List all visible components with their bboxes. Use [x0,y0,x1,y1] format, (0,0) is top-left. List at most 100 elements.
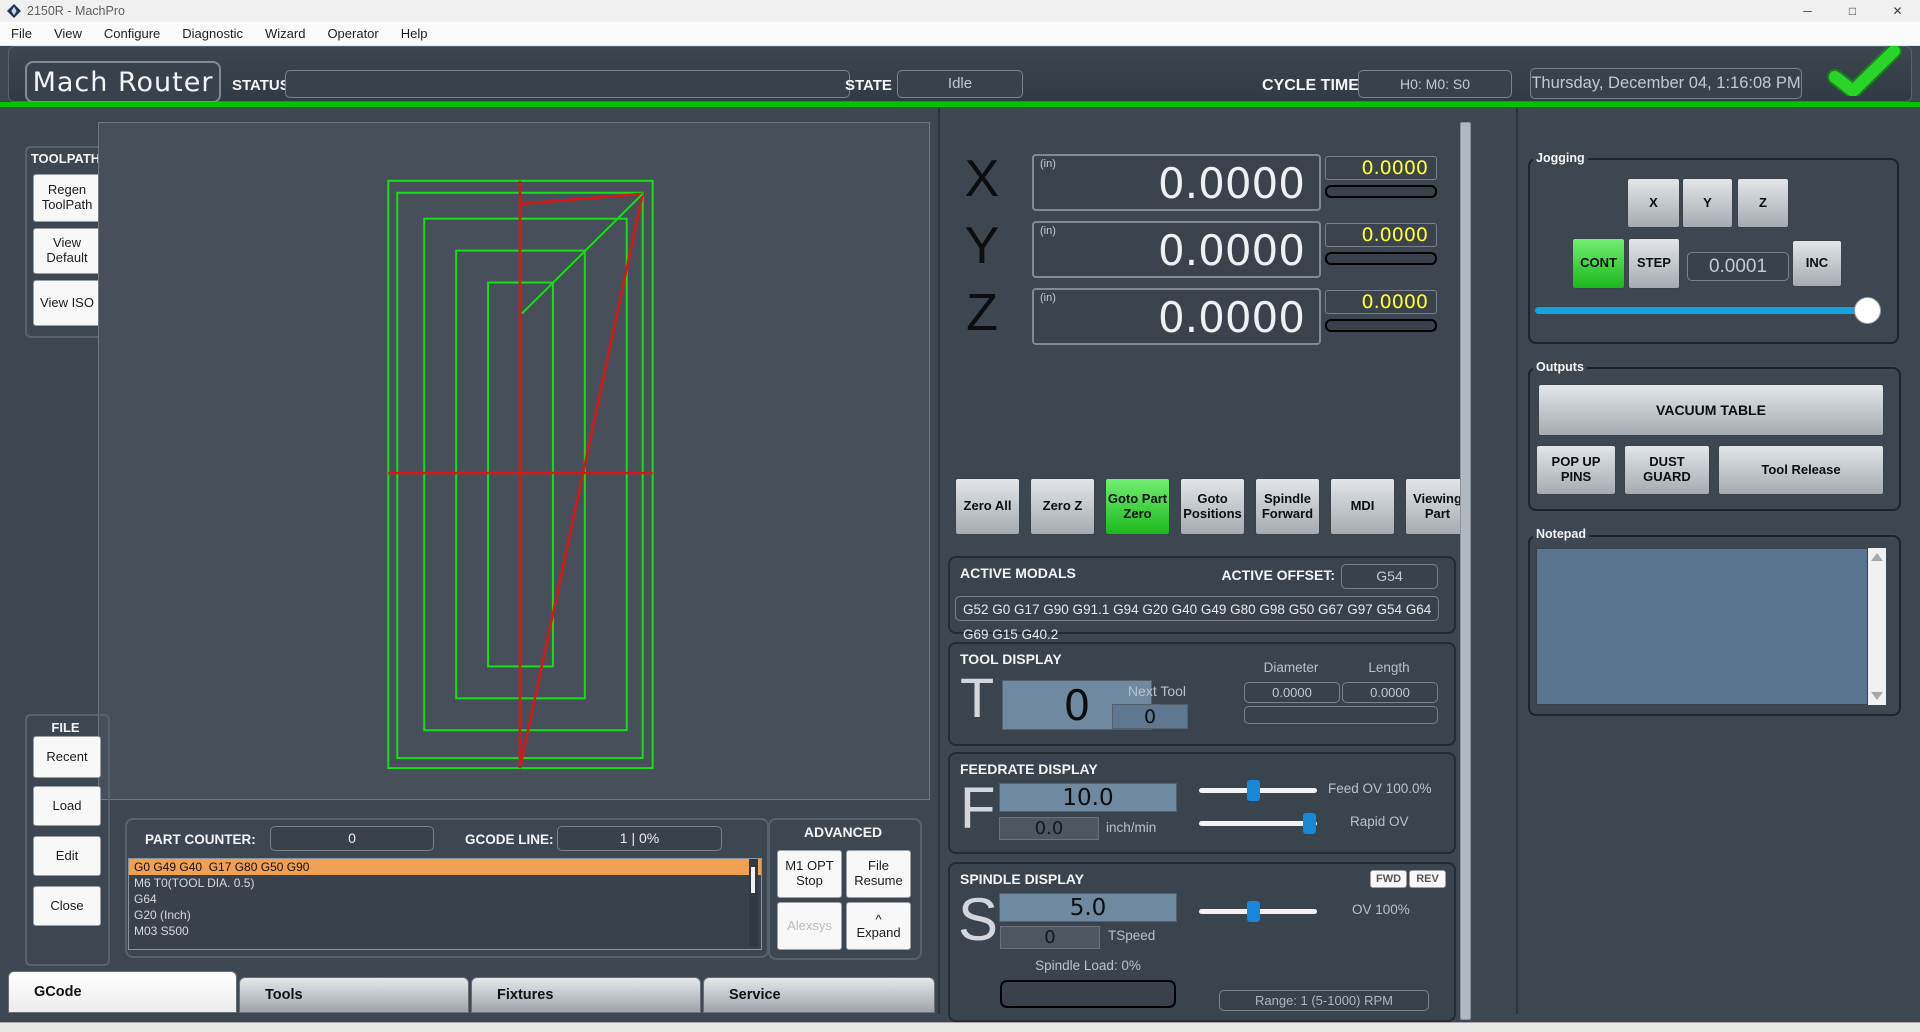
dust-guard-button[interactable]: DUST GUARD [1624,445,1710,495]
gcode-line[interactable]: M03 S500 [129,923,761,939]
tab-fixtures[interactable]: Fixtures [471,977,701,1013]
file-close-button[interactable]: Close [33,886,101,926]
dro-x-dtg: 0.0000 [1325,156,1437,180]
menu-help[interactable]: Help [390,26,439,41]
feedrate-units-label: inch/min [1106,820,1156,835]
scroll-up-icon[interactable] [1871,553,1883,561]
notepad-scrollbar[interactable] [1868,548,1886,705]
tool-release-button[interactable]: Tool Release [1718,445,1884,495]
menu-operator[interactable]: Operator [316,26,389,41]
gcode-line[interactable]: G20 (Inch) [129,907,761,923]
popup-pins-button[interactable]: POP UP PINS [1536,445,1616,495]
m1-opt-stop-button[interactable]: M1 OPT Stop [777,850,842,898]
file-edit-button[interactable]: Edit [33,836,101,876]
jog-speed-slider-handle[interactable] [1854,297,1881,324]
rapid-ov-slider[interactable] [1199,821,1317,826]
goto-positions-button[interactable]: Goto Positions [1180,478,1245,535]
cycle-time-field: H0: M0: S0 [1358,70,1512,98]
zero-z-button[interactable]: Zero Z [1030,478,1095,535]
tab-gcode[interactable]: GCode [8,971,237,1013]
toolpath-viewport[interactable] [98,122,930,800]
gcode-line[interactable]: G0 G49 G40 G17 G80 G50 G90 [129,859,761,875]
gcode-list-scrollbar[interactable] [749,859,758,947]
gcode-line-field: 1 | 0% [557,826,722,851]
scroll-down-icon[interactable] [1871,692,1883,700]
feedrate-display-panel: FEEDRATE DISPLAY F 10.0 0.0 inch/min Fee… [948,752,1456,854]
dro-z[interactable]: (in) 0.0000 [1032,288,1321,345]
menu-view[interactable]: View [43,26,93,41]
tab-service[interactable]: Service [703,977,935,1013]
jog-x-button[interactable]: X [1627,178,1680,228]
menu-diagnostic[interactable]: Diagnostic [171,26,254,41]
jog-z-button[interactable]: Z [1737,178,1789,228]
menu-file[interactable]: File [0,26,43,41]
dro-z-dtg: 0.0000 [1325,290,1437,314]
tool-diameter-field[interactable]: 0.0000 [1244,682,1340,703]
axis-y-letter: Y [952,219,1012,273]
feed-ov-label: Feed OV 100.0% [1328,781,1432,796]
mdi-button[interactable]: MDI [1330,478,1395,535]
zero-all-button[interactable]: Zero All [955,478,1020,535]
spindle-ov-slider[interactable] [1199,909,1317,914]
tool-length-field[interactable]: 0.0000 [1342,682,1438,703]
jog-cont-button[interactable]: CONT [1572,238,1625,289]
feed-ov-slider[interactable] [1199,788,1317,793]
next-tool-label: Next Tool [1112,683,1202,699]
maximize-icon[interactable]: □ [1830,0,1875,22]
dro-y[interactable]: (in) 0.0000 [1032,221,1321,278]
dro-y-unit: (in) [1040,225,1056,237]
cycle-time-label: CYCLE TIME [1262,72,1359,99]
middle-scrollbar[interactable] [1460,122,1471,1020]
rapid-ov-slider-handle[interactable] [1303,813,1316,834]
jog-inc-button[interactable]: INC [1792,240,1842,287]
dro-x[interactable]: (in) 0.0000 [1032,154,1321,211]
jog-speed-slider[interactable] [1535,307,1881,314]
part-counter-field: 0 [270,826,434,851]
gcode-line[interactable]: G64 [129,891,761,907]
feedrate-commanded-field: 10.0 [999,783,1177,812]
spindle-forward-button[interactable]: Spindle Forward [1255,478,1320,535]
status-ok-check-icon [1826,46,1902,96]
feedrate-letter: F [960,780,995,838]
tool-diameter-label: Diameter [1244,660,1338,675]
minimize-icon[interactable]: ─ [1785,0,1830,22]
jog-step-button[interactable]: STEP [1628,238,1680,289]
active-modals-title: ACTIVE MODALS [960,565,1076,581]
regen-toolpath-button[interactable]: Regen ToolPath [33,174,101,222]
menu-wizard[interactable]: Wizard [254,26,316,41]
jog-y-button[interactable]: Y [1682,178,1733,228]
spindle-load-bar [1000,980,1176,1008]
left-middle-divider [938,108,940,1014]
notepad-textarea[interactable] [1536,548,1868,705]
active-offset-field[interactable]: G54 [1341,564,1438,589]
tab-tools[interactable]: Tools [239,977,469,1013]
view-default-button[interactable]: View Default [33,228,101,274]
file-resume-button[interactable]: File Resume [846,850,911,898]
status-label: STATUS [232,72,290,99]
brand-logo: Mach Router [25,61,221,103]
close-icon[interactable]: ✕ [1875,0,1920,22]
jog-increment-field[interactable]: 0.0001 [1687,252,1789,281]
goto-part-zero-button[interactable]: Goto Part Zero [1105,478,1170,535]
alexsys-button[interactable]: Alexsys [777,902,842,950]
file-recent-button[interactable]: Recent [33,736,101,778]
machpro-window: 2150R - MachPro ─ □ ✕ File View Configur… [0,0,1920,1032]
expand-button[interactable]: ^ Expand [846,902,911,950]
file-panel-title: FILE [25,720,106,735]
feed-ov-slider-handle[interactable] [1247,780,1260,801]
menu-configure[interactable]: Configure [93,26,171,41]
spindle-fwd-button[interactable]: FWD [1370,870,1407,888]
x-load-bar [1325,185,1437,198]
gcode-scroll-thumb[interactable] [751,867,755,893]
gcode-line[interactable]: M6 T0(TOOL DIA. 0.5) [129,875,761,891]
vacuum-table-button[interactable]: VACUUM TABLE [1538,384,1884,436]
view-iso-button[interactable]: View ISO [33,280,101,326]
gcode-list[interactable]: G0 G49 G40 G17 G80 G50 G90M6 T0(TOOL DIA… [128,858,762,950]
active-offset-label: ACTIVE OFFSET: [1178,567,1335,583]
file-load-button[interactable]: Load [33,786,101,826]
spindle-range-field: Range: 1 (5-1000) RPM [1219,990,1429,1011]
spindle-ov-slider-handle[interactable] [1247,901,1260,922]
green-divider [0,102,1920,107]
spindle-rev-button[interactable]: REV [1409,870,1446,888]
tool-length-label: Length [1342,660,1436,675]
